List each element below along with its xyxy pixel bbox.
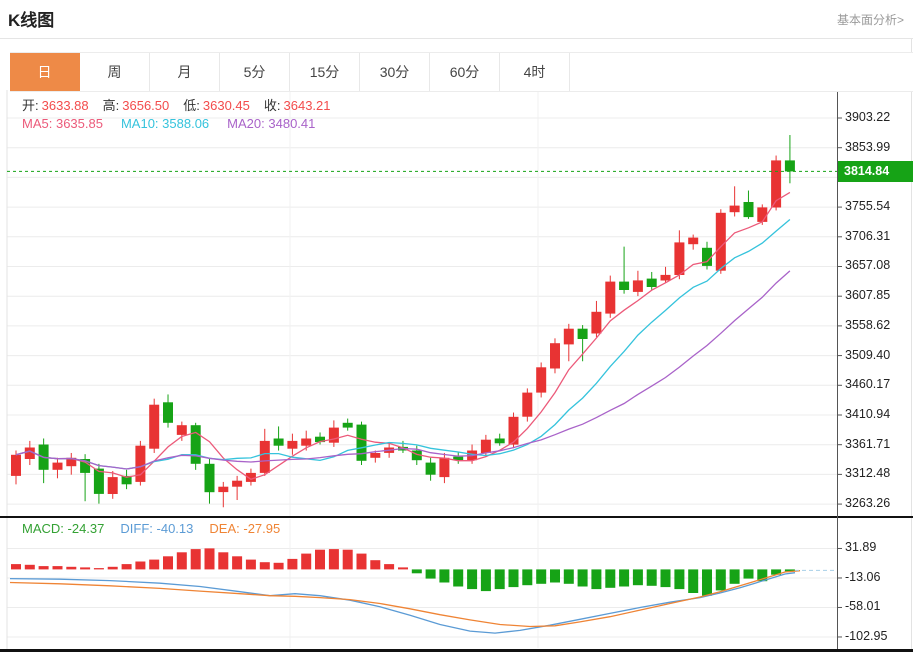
tab-monthly[interactable]: 月 — [150, 53, 220, 91]
open-value: 3633.88 — [42, 98, 89, 113]
ma5-legend: MA5: 3635.85 — [22, 116, 103, 131]
ohlc-legend: 开:3633.88 高:3656.50 低:3630.45 收:3643.21 — [22, 95, 345, 114]
low-value: 3630.45 — [203, 98, 250, 113]
kline-widget: K线图 基本面分析> 日 周 月 5分 15分 30分 60分 4时 开:363… — [0, 0, 913, 653]
low-label: 低: — [183, 98, 200, 113]
tab-15min[interactable]: 15分 — [290, 53, 360, 91]
macd-legend: MACD: -24.37 DIFF: -40.13 DEA: -27.95 — [22, 521, 280, 536]
current-price-badge: 3814.84 — [838, 161, 913, 182]
macd-lines — [10, 570, 837, 633]
high-value: 3656.50 — [122, 98, 169, 113]
tab-4hour[interactable]: 4时 — [500, 53, 570, 91]
ma-legend: MA5: 3635.85 MA10: 3588.06 MA20: 3480.41 — [22, 116, 333, 131]
diff-value: DIFF: -40.13 — [120, 521, 193, 536]
dea-value: DEA: -27.95 — [209, 521, 280, 536]
ma10-legend: MA10: 3588.06 — [121, 116, 209, 131]
close-value: 3643.21 — [284, 98, 331, 113]
ma20-legend: MA20: 3480.41 — [227, 116, 315, 131]
ma-lines — [16, 192, 790, 479]
macd-histogram — [11, 548, 795, 595]
period-tabbar: 日 周 月 5分 15分 30分 60分 4时 — [10, 52, 913, 92]
main-gridlines — [7, 90, 842, 516]
candles — [11, 135, 795, 507]
tab-60min[interactable]: 60分 — [430, 53, 500, 91]
open-label: 开: — [22, 98, 39, 113]
tab-daily[interactable]: 日 — [10, 53, 80, 91]
tab-weekly[interactable]: 周 — [80, 53, 150, 91]
high-label: 高: — [103, 98, 120, 113]
tab-30min[interactable]: 30分 — [360, 53, 430, 91]
macd-value: MACD: -24.37 — [22, 521, 104, 536]
tab-5min[interactable]: 5分 — [220, 53, 290, 91]
close-label: 收: — [264, 98, 281, 113]
